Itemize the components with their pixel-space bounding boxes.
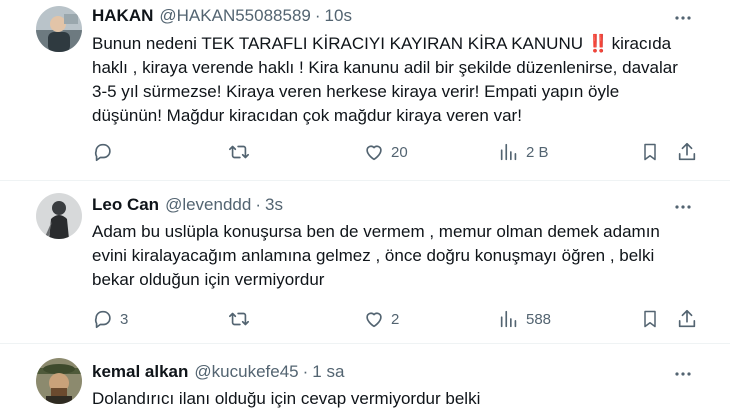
tweet-header: kemal alkan @kucukefe45 · 1 sa [92,360,344,384]
retweet-icon [229,145,249,159]
more-dots-icon[interactable] [672,196,694,218]
tweet-actions: 3 2 588 [92,307,704,331]
heart-icon [366,312,382,328]
reply-button[interactable] [92,140,120,164]
views-button[interactable]: 2 B [498,140,549,164]
reply-icon [94,143,111,162]
display-name[interactable]: Leo Can [92,195,159,215]
avatar-photo [36,193,82,239]
tweet-text-part: Bunun nedeni TEK TARAFLI KİRACIYI KAYIRA… [92,34,588,53]
separator-dot: · [314,6,321,25]
avatar[interactable] [36,358,82,404]
share-icon [678,142,696,161]
share-icon [678,309,696,328]
tweet-header: HAKAN @HAKAN55088589 · 10s [92,4,352,28]
user-handle[interactable]: @levenddd [165,195,251,215]
avatar-photo [36,358,82,404]
tweet-actions: 20 2 B [92,140,704,164]
bookmark-button[interactable] [640,307,660,331]
tweet-text: Bunun nedeni TEK TARAFLI KİRACIYI KAYIRA… [92,32,692,128]
bookmark-button[interactable] [640,140,660,164]
like-count: 20 [391,143,408,161]
avatar-photo [36,6,82,52]
heart-icon [366,145,382,161]
reply-button[interactable]: 3 [92,307,128,331]
avatar[interactable] [36,6,82,52]
tweet-kemal-alkan[interactable]: kemal alkan @kucukefe45 · 1 sa Dolandırı… [0,344,730,420]
like-button[interactable]: 20 [363,140,408,164]
share-button[interactable] [676,140,698,164]
more-dots-icon[interactable] [672,363,694,385]
bookmark-icon [644,310,656,328]
display-name[interactable]: kemal alkan [92,362,188,382]
retweet-button[interactable] [228,307,256,331]
timestamp[interactable]: 3s [265,195,283,215]
views-bar-chart-icon [500,143,517,161]
avatar[interactable] [36,193,82,239]
like-button[interactable]: 2 [363,307,399,331]
more-dots-icon[interactable] [672,7,694,29]
views-bar-chart-icon [500,310,517,328]
reply-count: 3 [120,310,129,328]
bookmark-icon [644,143,656,161]
tweet-hakan[interactable]: HAKAN @HAKAN55088589 · 10s Bunun nedeni … [0,0,730,180]
view-count: 588 [526,310,552,328]
user-handle[interactable]: @HAKAN55088589 [159,6,310,26]
tweet-leo-can[interactable]: Leo Can @levenddd · 3s Adam bu uslüpla k… [0,181,730,343]
timestamp[interactable]: 1 sa [312,362,344,382]
user-handle[interactable]: @kucukefe45 [194,362,298,382]
separator-dot: · [302,362,309,381]
retweet-icon [229,312,249,326]
view-count: 2 B [526,143,549,161]
double-exclamation-emoji: ‼️ [587,34,609,53]
like-count: 2 [391,310,400,328]
display-name[interactable]: HAKAN [92,6,153,26]
timestamp[interactable]: 10s [325,6,352,26]
tweet-text: Dolandırıcı ilanı olduğu için cevap verm… [92,389,481,408]
retweet-button[interactable] [228,140,256,164]
views-button[interactable]: 588 [498,307,551,331]
tweet-text: Adam bu uslüpla konuşursa ben de vermem … [92,222,660,289]
reply-icon [94,310,111,329]
tweet-header: Leo Can @levenddd · 3s [92,193,283,217]
separator-dot: · [255,195,261,214]
share-button[interactable] [676,307,698,331]
